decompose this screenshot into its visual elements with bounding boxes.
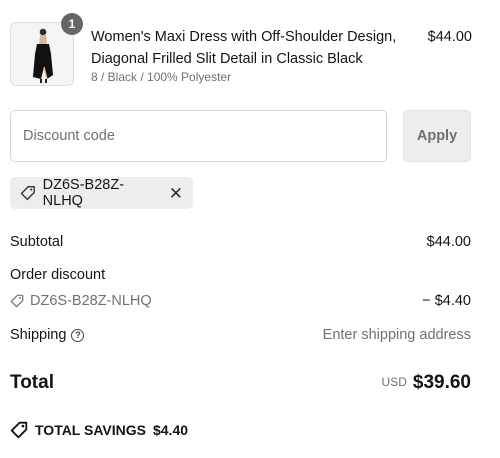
- savings-value: $4.40: [152, 422, 189, 438]
- product-price: $44.00: [427, 29, 472, 45]
- apply-discount-button[interactable]: Apply: [403, 110, 471, 162]
- order-discount-row: Order discount: [10, 267, 471, 283]
- total-value: $39.60: [412, 372, 471, 393]
- remove-discount-close-icon[interactable]: ✕: [169, 185, 183, 202]
- order-discount-detail-row: DZ6S-B28Z-NLHQ − $4.40: [10, 293, 471, 312]
- discount-code-input[interactable]: [10, 110, 387, 162]
- order-discount-label: Order discount: [10, 267, 106, 283]
- tag-icon: [20, 185, 35, 201]
- shipping-label: Shipping: [10, 327, 67, 343]
- shipping-row: Shipping? Enter shipping address: [10, 327, 471, 343]
- shipping-value: Enter shipping address: [322, 327, 471, 343]
- quantity-badge: 1: [61, 13, 83, 35]
- total-label: Total: [10, 372, 54, 393]
- subtotal-row: Subtotal $44.00: [10, 234, 471, 250]
- order-discount-code: DZ6S-B28Z-NLHQ: [30, 293, 152, 309]
- total-savings: TOTAL SAVINGS $4.40: [10, 421, 188, 439]
- product-title: Women's Maxi Dress with Off-Shoulder Des…: [91, 29, 397, 67]
- savings-label: TOTAL SAVINGS: [35, 422, 146, 438]
- subtotal-label: Subtotal: [10, 234, 64, 250]
- tag-icon: [10, 294, 24, 308]
- savings-tag-icon: [10, 421, 28, 439]
- product-variant: 8 / Black / 100% Polyester: [91, 70, 232, 84]
- subtotal-value: $44.00: [426, 234, 471, 250]
- help-circle-icon[interactable]: ?: [71, 329, 85, 342]
- applied-discount-chip: DZ6S-B28Z-NLHQ ✕: [10, 177, 193, 209]
- line-item: 1 Women's Maxi Dress with Off-Shoulder D…: [10, 13, 472, 88]
- total-amount: USD $39.60: [382, 372, 471, 394]
- applied-discount-code: DZ6S-B28Z-NLHQ: [42, 177, 125, 209]
- order-discount-value: − $4.40: [422, 293, 471, 309]
- currency-code: USD: [381, 375, 407, 389]
